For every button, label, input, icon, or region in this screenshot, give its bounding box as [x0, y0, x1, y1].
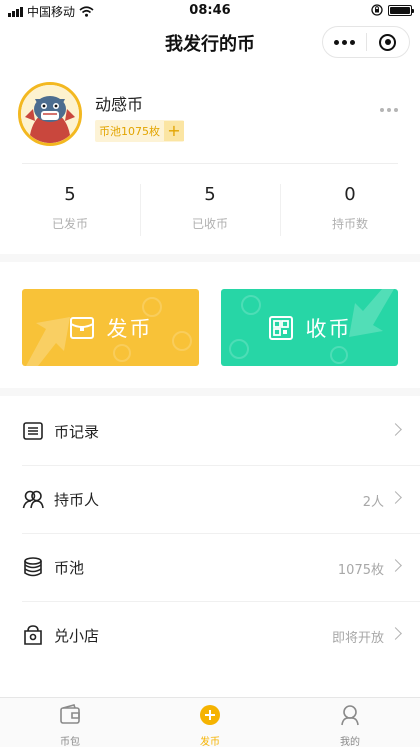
status-bar: 中国移动 08:46 [0, 0, 420, 22]
menu-item-shop[interactable]: 兑小店 即将开放 [0, 602, 420, 670]
qr-code-icon [268, 315, 293, 340]
menu-item-label: 币池 [54, 559, 85, 577]
user-icon [341, 705, 359, 726]
envelope-icon [69, 316, 94, 339]
coin-stack-icon [24, 557, 42, 577]
nav-bar: 我发行的币 [0, 22, 420, 62]
coin-name: 动感币 [95, 95, 144, 114]
stat-label: 已收币 [191, 217, 228, 231]
pool-badge: 币池1075枚 + [95, 120, 184, 142]
mini-program-capsule [322, 26, 410, 58]
send-coin-label: 发币 [106, 316, 153, 341]
menu-item-value: 2人 [362, 495, 384, 510]
tab-me[interactable]: 我的 [280, 698, 420, 747]
menu-item-label: 持币人 [54, 491, 100, 509]
stat-label: 持币数 [331, 217, 368, 231]
monster-avatar-image [21, 85, 79, 143]
tab-wallet[interactable]: 币包 [0, 698, 140, 747]
people-icon [22, 490, 44, 509]
close-button[interactable] [367, 33, 410, 51]
status-right [371, 4, 414, 16]
more-menu-button[interactable] [323, 39, 366, 45]
chevron-right-icon [389, 627, 402, 640]
plus-circle-icon [200, 705, 220, 725]
list-icon [23, 422, 43, 440]
status-time: 08:46 [189, 3, 231, 18]
stat-issued[interactable]: 5 已发币 [0, 178, 140, 242]
menu-item-records[interactable]: 币记录 [0, 398, 420, 466]
stat-holders[interactable]: 0 持币数 [280, 178, 420, 242]
receive-coin-label: 收币 [305, 316, 352, 341]
wallet-icon [60, 704, 80, 724]
battery-icon [388, 4, 414, 16]
profile-divider [22, 163, 398, 164]
avatar[interactable] [18, 82, 82, 146]
chevron-right-icon [389, 559, 402, 572]
tab-label: 发币 [200, 737, 220, 747]
tab-label: 我的 [340, 737, 360, 747]
menu-item-label: 币记录 [54, 423, 100, 441]
stat-value: 5 [204, 184, 216, 205]
send-coin-button[interactable]: 发币 [22, 289, 199, 366]
menu-item-value: 1075枚 [337, 563, 384, 578]
stat-received[interactable]: 5 已收币 [140, 178, 280, 242]
chevron-right-icon [389, 491, 402, 504]
stats-row: 5 已发币 5 已收币 0 持币数 [0, 178, 420, 242]
add-to-pool-button[interactable]: + [164, 121, 184, 141]
coin-profile: 动感币 币池1075枚 + [0, 78, 420, 164]
menu-item-coin-pool[interactable]: 币池 1075枚 [0, 534, 420, 602]
shop-icon [24, 625, 42, 645]
tab-label: 币包 [60, 737, 80, 747]
orientation-lock-icon [371, 4, 383, 16]
close-circle-icon [379, 33, 397, 51]
menu-item-value: 即将开放 [331, 631, 384, 646]
chevron-right-icon [389, 423, 402, 436]
pool-badge-label: 币池1075枚 [99, 125, 160, 138]
stat-value: 5 [64, 184, 76, 205]
tab-send-coin[interactable]: 发币 [140, 698, 280, 747]
menu-item-holders[interactable]: 持币人 2人 [0, 466, 420, 534]
stat-label: 已发币 [51, 217, 88, 231]
bottom-tab-bar: 币包 发币 我的 [0, 697, 420, 747]
section-separator [0, 388, 420, 396]
section-separator [0, 254, 420, 262]
receive-coin-button[interactable]: 收币 [221, 289, 398, 366]
stat-value: 0 [344, 184, 356, 205]
profile-more-icon[interactable] [380, 108, 398, 112]
menu-item-label: 兑小店 [54, 627, 100, 645]
